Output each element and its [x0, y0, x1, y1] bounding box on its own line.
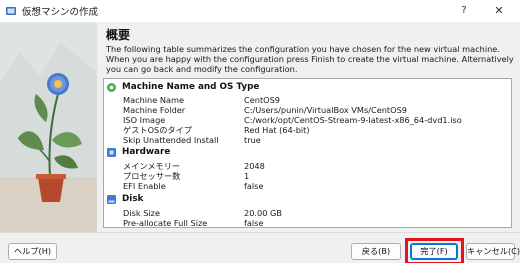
section-hardware: Hardware [106, 146, 170, 158]
disk-icon [107, 194, 116, 204]
wizard-illustration [0, 22, 97, 232]
virtualbox-icon [6, 7, 16, 15]
section-label: Hardware [122, 147, 171, 157]
cancel-button[interactable]: キャンセル(C) [466, 243, 520, 260]
description-line: The following table summarizes the confi… [106, 44, 500, 54]
finish-button[interactable]: 完了(F) [410, 243, 458, 260]
help-title-button[interactable]: ? [455, 2, 473, 20]
page-title: 概要 [106, 28, 131, 42]
section-label: Disk [122, 194, 144, 204]
close-button[interactable]: ✕ [488, 2, 510, 20]
plant-illustration [0, 22, 97, 232]
title-bar: 仮想マシンの作成 ? ✕ [0, 0, 520, 22]
button-bar: ヘルプ(H) 戻る(B) 完了(F) キャンセル(C) [0, 232, 520, 263]
section-machine: Machine Name and OS Type [106, 81, 259, 93]
description-line: When you are happy with the configuratio… [106, 54, 514, 64]
section-label: Machine Name and OS Type [122, 82, 260, 92]
description-line: you can go back and modify the configura… [106, 64, 298, 74]
section-disk: Disk [106, 193, 143, 205]
help-button[interactable]: ヘルプ(H) [8, 243, 57, 260]
gear-icon [107, 82, 116, 92]
summary-page: 概要 The following table summarizes the co… [97, 22, 520, 232]
chip-icon [107, 147, 116, 157]
summary-table[interactable]: Machine Name and OS Type Machine Name Cen… [103, 78, 512, 228]
back-button[interactable]: 戻る(B) [351, 243, 401, 260]
page-description: The following table summarizes the confi… [106, 44, 514, 74]
window-title: 仮想マシンの作成 [22, 7, 99, 18]
